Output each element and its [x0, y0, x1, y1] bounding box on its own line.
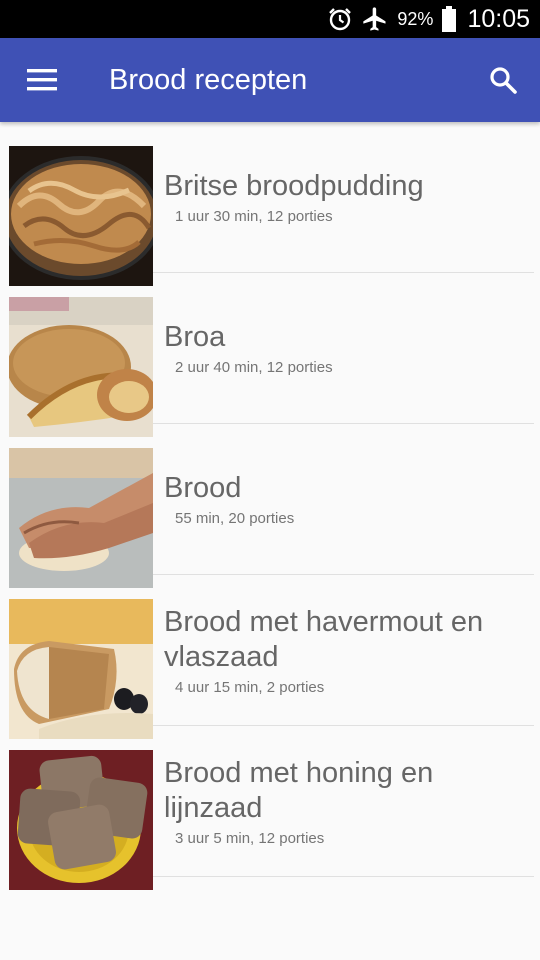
menu-button[interactable] — [0, 38, 84, 122]
airplane-mode-icon — [361, 5, 389, 33]
recipe-meta: 1 uur 30 min, 12 porties — [175, 208, 333, 225]
battery-percentage: 92% — [397, 8, 434, 29]
recipe-title: Broa — [164, 321, 226, 353]
recipe-thumbnail — [9, 750, 153, 890]
recipe-title: Brood met havermout en vlaszaad — [164, 605, 484, 673]
recipe-thumbnail — [9, 448, 153, 588]
recipe-thumbnail — [9, 297, 153, 437]
page-title: Brood recepten — [109, 63, 308, 96]
app-bar: Brood recepten — [0, 38, 540, 122]
search-icon — [490, 67, 517, 94]
recipe-title: Britse broodpudding — [164, 170, 424, 202]
recipe-meta: 4 uur 15 min, 2 porties — [175, 678, 325, 696]
recipe-title: Brood — [164, 472, 242, 504]
alarm-icon — [327, 6, 353, 32]
list-item[interactable]: Brood 55 min, 20 porties — [9, 424, 534, 588]
recipe-thumbnail — [9, 146, 153, 286]
recipe-title: Brood met honing en lijnzaad — [164, 756, 434, 824]
battery-icon — [441, 6, 457, 32]
menu-icon — [27, 69, 57, 91]
recipe-meta: 2 uur 40 min, 12 porties — [175, 359, 333, 376]
list-item[interactable]: Britse broodpudding 1 uur 30 min, 12 por… — [9, 122, 534, 286]
recipe-meta: 3 uur 5 min, 12 porties — [175, 829, 325, 847]
clock: 10:05 — [467, 4, 530, 33]
list-item[interactable]: Brood met havermout en vlaszaad 4 uur 15… — [9, 575, 534, 739]
search-button[interactable] — [466, 38, 540, 122]
recipe-meta: 55 min, 20 porties — [175, 510, 295, 527]
list-item[interactable]: Brood met honing en lijnzaad 3 uur 5 min… — [9, 726, 534, 890]
list-item[interactable]: Broa 2 uur 40 min, 12 porties — [9, 273, 534, 437]
recipe-thumbnail — [9, 599, 153, 739]
status-bar: 92% 10:05 — [0, 0, 540, 38]
